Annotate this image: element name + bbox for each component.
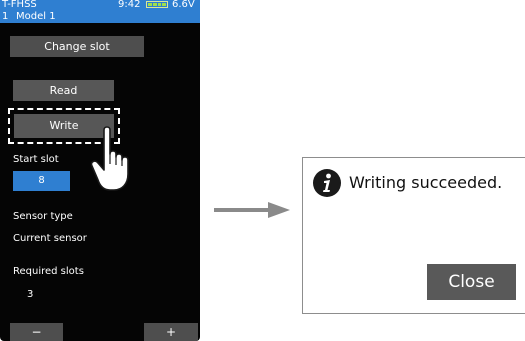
transmitter-screen: T-FHSS 9:42 6.6V 1 Model 1 Change slot R… [0, 0, 200, 341]
read-button[interactable]: Read [13, 80, 114, 101]
info-icon [313, 169, 341, 197]
battery-voltage: 6.6V [172, 0, 195, 10]
minus-button[interactable]: − [10, 323, 63, 341]
start-slot-field[interactable]: 8 [13, 171, 70, 191]
required-slots-label: Required slots [13, 266, 84, 277]
stage: T-FHSS 9:42 6.6V 1 Model 1 Change slot R… [0, 0, 525, 341]
status-bar: T-FHSS 9:42 6.6V [0, 0, 200, 10]
plus-button[interactable]: + [144, 323, 198, 341]
close-button[interactable]: Close [427, 264, 516, 300]
required-slots-value: 3 [27, 289, 34, 300]
model-number: 1 [2, 11, 9, 22]
model-name: Model 1 [16, 11, 56, 22]
model-bar: 1 Model 1 [0, 10, 200, 23]
battery-icon [146, 1, 168, 8]
success-dialog: Writing succeeded. Close [302, 157, 525, 314]
start-slot-label: Start slot [13, 154, 59, 165]
sensor-type-value: Current sensor [13, 233, 87, 244]
dialog-message: Writing succeeded. [349, 173, 503, 192]
hand-pointer-icon [90, 126, 129, 191]
right-arrow-icon [214, 202, 290, 218]
system-label: T-FHSS [2, 0, 37, 10]
screen-title[interactable]: Change slot [10, 36, 144, 57]
sensor-type-label: Sensor type [13, 211, 73, 222]
clock: 9:42 [118, 0, 141, 10]
